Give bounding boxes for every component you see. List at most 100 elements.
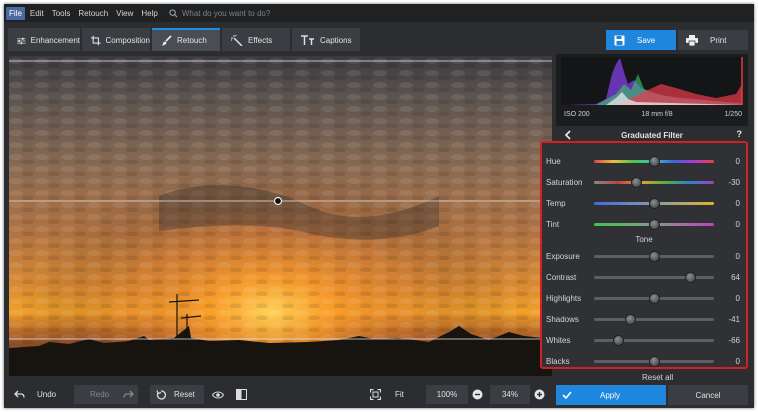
slider-highlights-thumb[interactable] bbox=[649, 292, 660, 304]
slider-blacks-thumb[interactable] bbox=[649, 355, 660, 367]
reset-label: Reset bbox=[174, 390, 195, 399]
slider-shadows-track[interactable] bbox=[594, 313, 714, 325]
undo-button[interactable]: Undo bbox=[12, 385, 72, 404]
crop-icon bbox=[91, 35, 101, 46]
zoom-level[interactable]: 34% bbox=[490, 385, 530, 404]
lens-value: 18 mm f/8 bbox=[641, 110, 673, 118]
tab-composition[interactable]: Composition bbox=[82, 28, 150, 51]
undo-icon bbox=[14, 390, 25, 398]
slider-temp-track[interactable] bbox=[594, 197, 714, 209]
tab-effects[interactable]: Effects bbox=[222, 28, 290, 51]
photo-canvas[interactable] bbox=[9, 56, 552, 376]
slider-saturation-label: Saturation bbox=[546, 177, 583, 187]
slider-tint-label: Tint bbox=[546, 219, 560, 229]
slider-saturation-thumb[interactable] bbox=[631, 176, 642, 188]
slider-exposure-value: 0 bbox=[735, 251, 740, 261]
slider-shadows-label: Shadows bbox=[546, 314, 579, 324]
tab-enhancement[interactable]: Enhancement bbox=[8, 28, 80, 51]
slider-blacks-track[interactable] bbox=[594, 355, 714, 367]
app-window: File Edit Tools Retouch View Help Enhanc… bbox=[4, 4, 754, 408]
redo-icon bbox=[123, 390, 135, 398]
fit-screen-icon bbox=[370, 389, 381, 400]
before-after-toggle[interactable] bbox=[236, 385, 252, 404]
plus-circle-icon bbox=[534, 389, 545, 400]
reset-button[interactable]: Reset bbox=[150, 385, 204, 404]
tab-enhancement-label: Enhancement bbox=[30, 36, 80, 45]
slider-contrast: Contrast 64 bbox=[546, 270, 742, 284]
exif-info: ISO 200 18 mm f/8 1/250 bbox=[556, 107, 748, 121]
menu-edit[interactable]: Edit bbox=[27, 7, 47, 20]
tab-retouch[interactable]: Retouch bbox=[152, 28, 220, 51]
slider-tint-track[interactable] bbox=[594, 218, 714, 230]
cancel-button[interactable]: Cancel bbox=[668, 385, 748, 405]
slider-tint: Tint 0 bbox=[546, 217, 742, 231]
chevron-left-icon[interactable] bbox=[564, 130, 571, 140]
save-label: Save bbox=[637, 35, 656, 45]
slider-contrast-value: 64 bbox=[731, 272, 740, 282]
slider-shadows: Shadows -41 bbox=[546, 312, 742, 326]
slider-blacks: Blacks 0 bbox=[546, 354, 742, 368]
slider-contrast-thumb[interactable] bbox=[685, 271, 696, 283]
panel-title: Graduated Filter bbox=[621, 130, 683, 140]
slider-hue-track[interactable] bbox=[594, 155, 714, 167]
slider-whites-thumb[interactable] bbox=[613, 334, 624, 346]
slider-whites-label: Whites bbox=[546, 335, 571, 345]
reset-icon bbox=[156, 389, 166, 400]
search-input[interactable] bbox=[181, 8, 362, 18]
slider-blacks-value: 0 bbox=[735, 356, 740, 366]
sliders-icon bbox=[17, 37, 26, 44]
slider-exposure-track[interactable] bbox=[594, 250, 714, 262]
tab-captions-label: Captions bbox=[320, 36, 352, 45]
printer-icon bbox=[686, 34, 698, 46]
zoom-out-button[interactable] bbox=[472, 385, 486, 404]
slider-blacks-label: Blacks bbox=[546, 356, 570, 366]
slider-hue-thumb[interactable] bbox=[649, 155, 660, 167]
print-button[interactable]: Print bbox=[678, 30, 748, 50]
menu-help[interactable]: Help bbox=[138, 7, 160, 20]
slider-highlights: Highlights 0 bbox=[546, 291, 742, 305]
compare-icon bbox=[236, 389, 247, 400]
slider-highlights-track[interactable] bbox=[594, 292, 714, 304]
filter-center-handle[interactable] bbox=[273, 196, 283, 206]
fit-label: Fit bbox=[395, 390, 404, 399]
slider-exposure-thumb[interactable] bbox=[649, 250, 660, 262]
redo-label: Redo bbox=[90, 390, 110, 399]
zoom-in-button[interactable] bbox=[534, 385, 548, 404]
menu-file[interactable]: File bbox=[6, 6, 25, 20]
redo-button[interactable]: Redo bbox=[74, 385, 138, 404]
menu-retouch[interactable]: Retouch bbox=[75, 7, 111, 20]
slider-whites-value: -66 bbox=[728, 335, 740, 345]
slider-saturation-track[interactable] bbox=[594, 176, 714, 188]
menu-tools[interactable]: Tools bbox=[49, 7, 74, 20]
slider-exposure: Exposure 0 bbox=[546, 249, 742, 263]
slider-shadows-thumb[interactable] bbox=[625, 313, 636, 325]
zoom-level-label: 34% bbox=[501, 390, 518, 399]
apply-label: Apply bbox=[600, 390, 621, 400]
slider-contrast-track[interactable] bbox=[594, 271, 714, 283]
slider-whites-track[interactable] bbox=[594, 334, 714, 346]
slider-saturation-value: -30 bbox=[728, 177, 740, 187]
search-icon bbox=[169, 8, 178, 18]
undo-label: Undo bbox=[37, 390, 57, 399]
slider-exposure-label: Exposure bbox=[546, 251, 580, 261]
save-button[interactable]: Save bbox=[606, 30, 676, 50]
tab-retouch-label: Retouch bbox=[177, 36, 207, 45]
help-icon[interactable]: ? bbox=[737, 129, 743, 139]
menu-view[interactable]: View bbox=[113, 7, 136, 20]
fit-button[interactable]: Fit bbox=[368, 385, 422, 404]
tab-captions[interactable]: Captions bbox=[292, 28, 360, 51]
preview-toggle[interactable] bbox=[212, 385, 228, 404]
apply-button[interactable]: Apply bbox=[556, 385, 666, 405]
slider-temp: Temp 0 bbox=[546, 196, 742, 210]
zoom-100-button[interactable]: 100% bbox=[426, 385, 468, 404]
slider-tint-value: 0 bbox=[735, 219, 740, 229]
slider-tint-thumb[interactable] bbox=[649, 218, 660, 230]
tone-section-label: Tone bbox=[635, 235, 653, 244]
slider-highlights-label: Highlights bbox=[546, 293, 582, 303]
checkmark-icon bbox=[562, 391, 572, 399]
slider-temp-thumb[interactable] bbox=[649, 197, 660, 209]
slider-temp-value: 0 bbox=[735, 198, 740, 208]
search-box bbox=[169, 8, 362, 18]
slider-shadows-value: -41 bbox=[728, 314, 740, 324]
slider-hue-value: 0 bbox=[735, 156, 740, 166]
